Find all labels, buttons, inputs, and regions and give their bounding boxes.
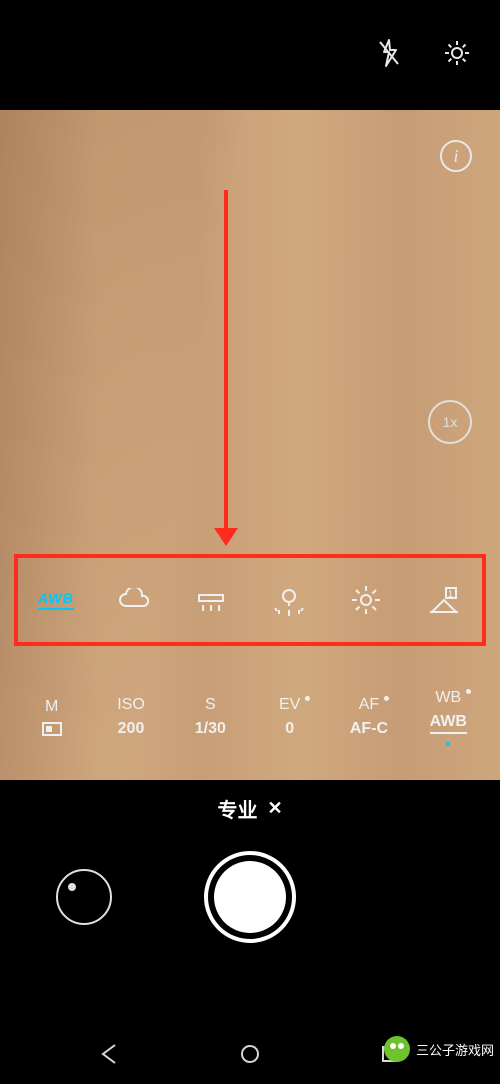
param-metering[interactable]: M [16, 672, 87, 762]
param-ev-value: 0 [285, 720, 294, 738]
gallery-thumbnail[interactable] [56, 869, 112, 925]
bulb-icon [274, 584, 304, 616]
wb-option-daylight[interactable] [344, 578, 388, 622]
param-iso[interactable]: ISO 200 [95, 672, 166, 762]
param-shutter-label: S [205, 696, 216, 714]
info-label: i [453, 146, 458, 167]
controls-row [0, 823, 500, 943]
flash-off-icon[interactable] [376, 38, 402, 73]
cloud-icon [116, 588, 152, 612]
sun-icon [350, 584, 382, 616]
param-metering-label: M [45, 698, 58, 716]
slider-icon: 1 [428, 586, 460, 614]
nav-home-icon[interactable] [236, 1040, 264, 1068]
zoom-button[interactable]: 1x [428, 400, 472, 444]
wb-option-awb[interactable]: AWB [34, 578, 78, 622]
shutter-button[interactable] [204, 851, 296, 943]
info-icon[interactable]: i [440, 140, 472, 172]
param-wb-value: AWB [430, 713, 467, 734]
gear-icon[interactable] [442, 38, 472, 73]
param-wb-label: WB [435, 689, 461, 707]
mode-label[interactable]: 专业 [217, 794, 257, 823]
metering-mode-icon [42, 722, 62, 736]
pro-params-row: M ISO 200 S 1/30 EV 0 AF AF-C WB AWB [0, 672, 500, 762]
watermark-text: 三公子游戏网 [416, 1040, 494, 1059]
wb-option-fluorescent[interactable] [189, 578, 233, 622]
param-ev-label: EV [279, 696, 300, 714]
awb-label: AWB [38, 590, 74, 610]
white-balance-panel: AWB [14, 554, 486, 646]
param-shutter-value: 1/30 [195, 720, 226, 738]
param-ev[interactable]: EV 0 [254, 672, 325, 762]
controls-spacer [388, 869, 444, 925]
param-iso-label: ISO [117, 696, 145, 714]
mode-row: 专业 ✕ [0, 780, 500, 823]
param-af-label: AF [359, 696, 379, 714]
close-icon[interactable]: ✕ [267, 798, 282, 819]
zoom-label: 1x [443, 414, 458, 430]
camera-viewfinder[interactable]: i 1x AWB [0, 110, 500, 780]
camera-bottom-bar: 专业 ✕ [0, 780, 500, 1024]
param-shutter[interactable]: S 1/30 [175, 672, 246, 762]
param-af-value: AF-C [350, 720, 388, 738]
watermark-badge-icon [384, 1036, 410, 1062]
param-wb-active-dot [446, 742, 450, 746]
camera-top-bar [0, 0, 500, 110]
site-watermark: 三公子游戏网 [384, 1036, 494, 1062]
param-iso-value: 200 [118, 720, 145, 738]
param-wb[interactable]: WB AWB [413, 672, 484, 762]
wb-option-cloudy[interactable] [112, 578, 156, 622]
shutter-inner [214, 861, 286, 933]
svg-text:1: 1 [448, 589, 453, 599]
fluorescent-icon [195, 587, 227, 613]
wb-option-incandescent[interactable] [267, 578, 311, 622]
param-af[interactable]: AF AF-C [333, 672, 404, 762]
nav-back-icon[interactable] [96, 1040, 124, 1068]
wb-option-manual[interactable]: 1 [422, 578, 466, 622]
annotation-arrow [224, 190, 228, 530]
